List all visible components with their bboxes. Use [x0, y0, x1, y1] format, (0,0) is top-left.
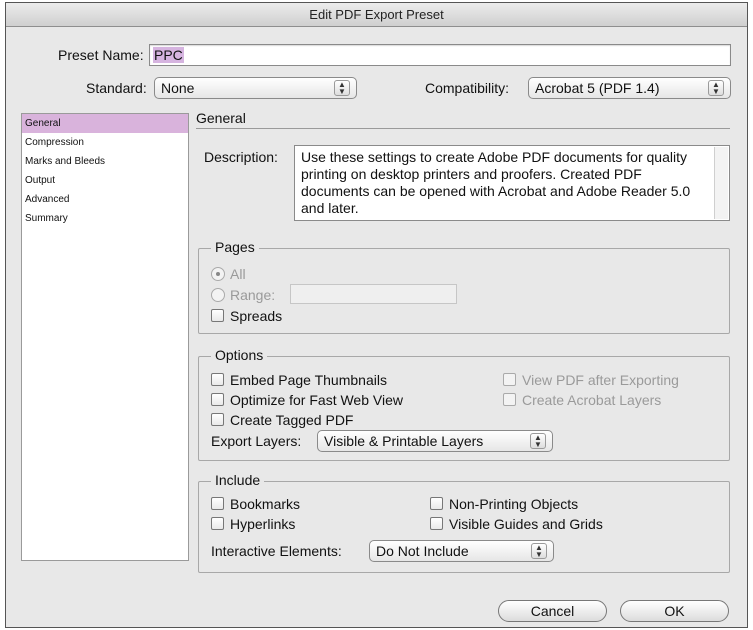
bookmarks-checkbox[interactable]	[211, 497, 224, 510]
optimize-web-label: Optimize for Fast Web View	[230, 392, 403, 408]
preset-name-label: Preset Name:	[58, 47, 144, 63]
pages-all-label: All	[230, 266, 246, 282]
tagged-pdf-label: Create Tagged PDF	[230, 412, 354, 428]
standard-label: Standard:	[86, 80, 147, 96]
description-textarea[interactable]: Use these settings to create Adobe PDF d…	[294, 145, 730, 221]
pages-range-label: Range:	[230, 287, 276, 303]
preset-name-value: PPC	[153, 47, 184, 63]
description-text: Use these settings to create Adobe PDF d…	[301, 149, 691, 216]
description-scrollbar[interactable]	[714, 147, 728, 219]
interactive-elements-select[interactable]: Do Not Include ▲ ▼	[369, 540, 554, 562]
tagged-pdf-checkbox[interactable]	[211, 413, 224, 426]
standard-value: None	[161, 80, 195, 96]
acrobat-layers-checkbox[interactable]	[503, 393, 516, 406]
compatibility-select[interactable]: Acrobat 5 (PDF 1.4) ▲ ▼	[528, 77, 731, 99]
interactive-elements-label: Interactive Elements:	[211, 543, 342, 559]
visible-guides-label: Visible Guides and Grids	[449, 516, 603, 532]
general-section-divider	[196, 128, 730, 129]
general-section-title: General	[196, 110, 246, 126]
export-layers-value: Visible & Printable Layers	[324, 433, 484, 449]
view-after-export-label: View PDF after Exporting	[522, 372, 679, 388]
compatibility-label: Compatibility:	[425, 80, 510, 96]
sidebar: General Compression Marks and Bleeds Out…	[21, 113, 189, 561]
select-arrows-icon: ▲ ▼	[531, 543, 547, 559]
non-printing-label: Non-Printing Objects	[449, 496, 579, 512]
hyperlinks-checkbox[interactable]	[211, 517, 224, 530]
pages-all-radio[interactable]	[211, 267, 225, 281]
ok-button[interactable]: OK	[620, 600, 729, 622]
export-layers-label: Export Layers:	[211, 433, 302, 449]
pages-range-input[interactable]	[290, 284, 457, 304]
include-group-title: Include	[211, 472, 265, 488]
compatibility-value: Acrobat 5 (PDF 1.4)	[535, 80, 660, 96]
embed-thumbnails-label: Embed Page Thumbnails	[230, 372, 387, 388]
pages-range-radio[interactable]	[211, 288, 225, 302]
bookmarks-label: Bookmarks	[230, 496, 301, 512]
radio-selected-dot	[216, 272, 220, 276]
interactive-elements-value: Do Not Include	[376, 543, 469, 559]
optimize-web-checkbox[interactable]	[211, 393, 224, 406]
options-group-title: Options	[211, 347, 268, 363]
window-title: Edit PDF Export Preset	[6, 3, 747, 27]
sidebar-item-advanced[interactable]: Advanced	[22, 190, 188, 209]
description-label: Description:	[204, 149, 278, 165]
hyperlinks-label: Hyperlinks	[230, 516, 296, 532]
spreads-checkbox[interactable]	[211, 309, 224, 322]
sidebar-item-summary[interactable]: Summary	[22, 209, 188, 228]
visible-guides-checkbox[interactable]	[430, 517, 443, 530]
non-printing-checkbox[interactable]	[430, 497, 443, 510]
preset-name-input[interactable]: PPC	[149, 44, 731, 66]
cancel-button[interactable]: Cancel	[498, 600, 607, 622]
sidebar-item-output[interactable]: Output	[22, 171, 188, 190]
select-arrows-icon: ▲ ▼	[708, 80, 724, 96]
sidebar-item-general[interactable]: General	[22, 114, 188, 133]
export-preset-dialog: Edit PDF Export Preset Preset Name: PPC …	[5, 2, 748, 628]
view-after-export-checkbox[interactable]	[503, 373, 516, 386]
acrobat-layers-label: Create Acrobat Layers	[522, 392, 662, 408]
export-layers-select[interactable]: Visible & Printable Layers ▲ ▼	[317, 430, 553, 452]
standard-select[interactable]: None ▲ ▼	[154, 77, 357, 99]
select-arrows-icon: ▲ ▼	[530, 433, 546, 449]
sidebar-item-compression[interactable]: Compression	[22, 133, 188, 152]
pages-group-title: Pages	[211, 239, 259, 255]
spreads-label: Spreads	[230, 308, 283, 324]
select-arrows-icon: ▲ ▼	[334, 80, 350, 96]
embed-thumbnails-checkbox[interactable]	[211, 373, 224, 386]
sidebar-item-marks-and-bleeds[interactable]: Marks and Bleeds	[22, 152, 188, 171]
